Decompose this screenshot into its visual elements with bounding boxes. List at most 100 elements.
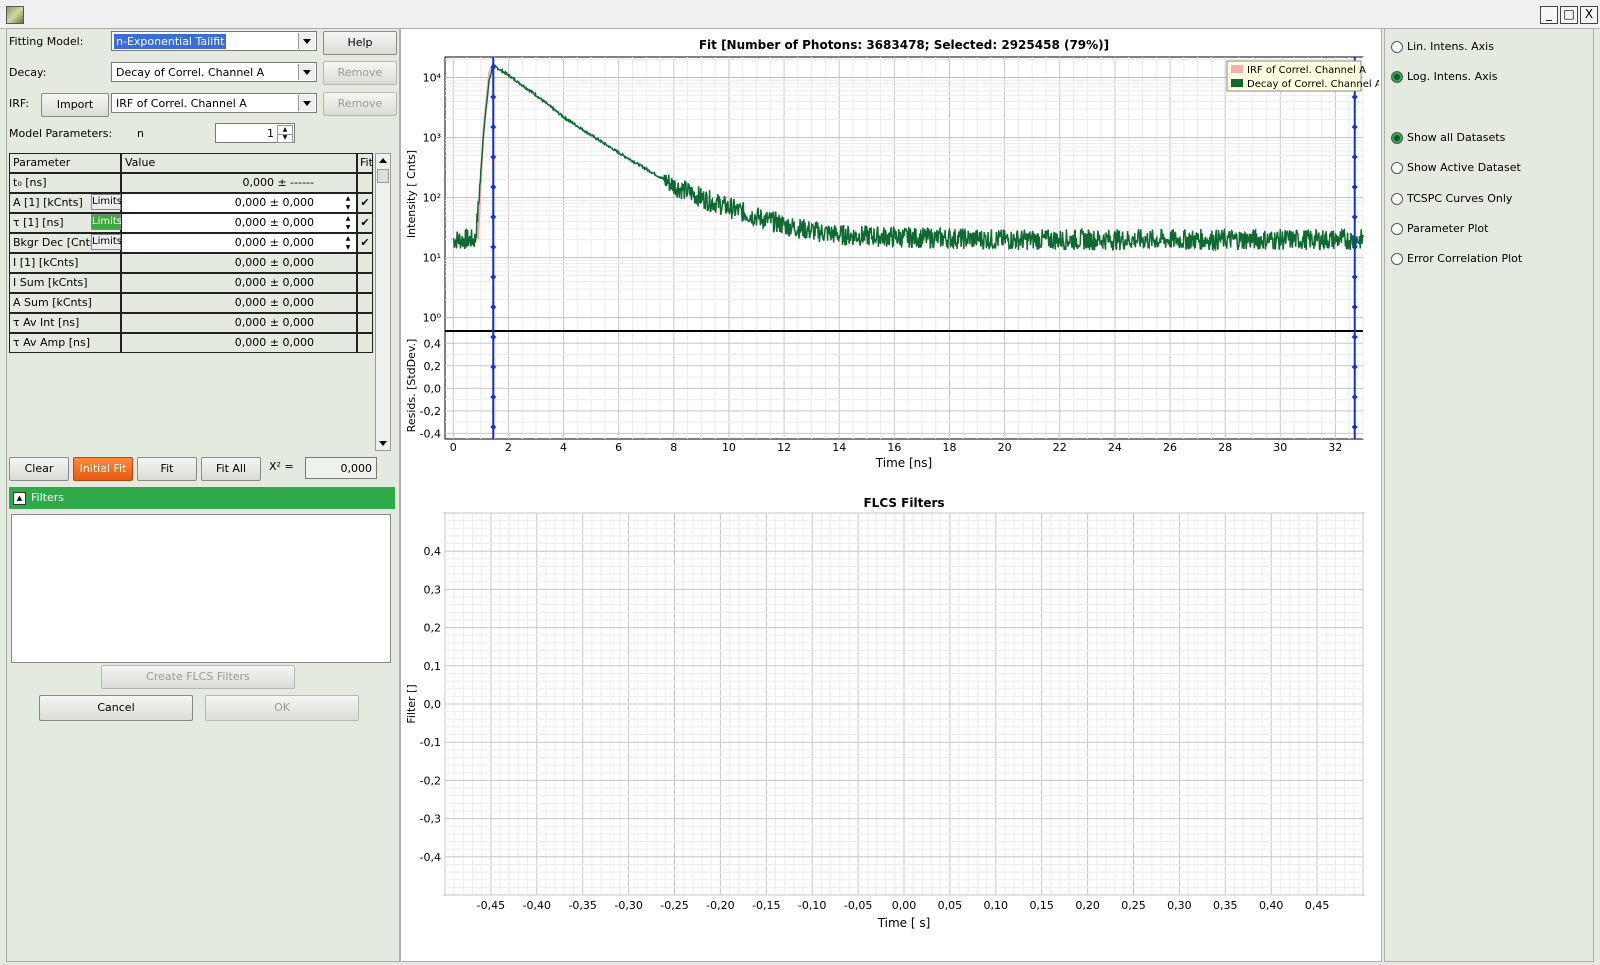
limits-button[interactable]: Limits [91,194,122,210]
close-button[interactable]: X [1580,6,1598,24]
radio-button[interactable] [1391,193,1403,205]
x-tick-label: 2 [505,441,512,454]
param-value[interactable]: 0,000 ± 0,000 [121,193,357,213]
radio-button[interactable] [1391,41,1403,53]
radio-button[interactable] [1391,71,1403,83]
chevron-down-icon[interactable] [298,95,315,111]
option-label: Lin. Intens. Axis [1407,40,1494,53]
fit-all-button[interactable]: Fit All [201,457,261,481]
limits-button[interactable]: Limits [91,234,122,250]
fit-checkbox [357,253,373,273]
cancel-button[interactable]: Cancel [39,695,193,721]
n-stepper[interactable]: 1 ▲ ▼ [215,123,295,143]
radio-button[interactable] [1391,132,1403,144]
radio-button[interactable] [1391,223,1403,235]
y-tick-label: 10² [423,192,441,205]
initial-fit-button[interactable]: Initial Fit [73,457,133,481]
resid-tick-label: 0,4 [424,337,442,350]
scroll-down-icon[interactable] [376,436,390,450]
scroll-up-icon[interactable] [376,154,390,168]
param-name: τ Av Int [ns] [9,313,121,333]
value-stepper-icon[interactable]: ▲ ▼ [341,194,355,212]
display-option[interactable]: Show Active Dataset [1385,160,1585,176]
filters-header[interactable]: ▲ Filters [9,487,395,509]
fit-checkbox [357,293,373,313]
col-fit: Fit [357,153,373,173]
x-tick-label: 6 [615,441,622,454]
radio-button[interactable] [1391,162,1403,174]
display-option[interactable]: Parameter Plot [1385,221,1585,237]
display-option[interactable]: Show all Datasets [1385,130,1585,146]
resid-tick-label: -0,2 [420,405,441,418]
scroll-thumb[interactable] [377,169,389,183]
display-option[interactable]: Error Correlation Plot [1385,251,1585,267]
y-tick-label: -0,1 [420,736,441,749]
decay-value: Decay of Correl. Channel A [116,66,265,79]
x-tick-label: 0,30 [1167,899,1192,912]
maximize-button[interactable]: □ [1560,6,1578,24]
clear-button[interactable]: Clear [9,457,69,481]
display-option[interactable]: Lin. Intens. Axis [1385,39,1585,55]
fitting-model-select[interactable]: n-Exponential Tailfit [111,31,317,51]
radio-button[interactable] [1391,253,1403,265]
fit-checkbox[interactable]: ✔ [357,193,373,213]
value-stepper-icon[interactable]: ▲ ▼ [341,214,355,232]
ok-button[interactable]: OK [205,695,359,721]
option-label: Parameter Plot [1407,222,1489,235]
decay-select[interactable]: Decay of Correl. Channel A [111,62,317,82]
legend-swatch [1231,65,1243,73]
filters-label: Filters [31,491,64,504]
irf-label: IRF: [9,97,30,110]
resid-tick-label: 0,0 [424,382,442,395]
chi2-value-field: 0,000 [305,457,377,479]
fit-checkbox[interactable]: ✔ [357,213,373,233]
display-option[interactable]: Log. Intens. Axis [1385,69,1585,85]
remove-irf-button[interactable]: Remove [323,92,397,116]
fit-checkbox [357,333,373,353]
fitting-model-value: n-Exponential Tailfit [114,34,227,49]
param-value: 0,000 ± ------ [121,173,357,193]
help-button[interactable]: Help [323,31,397,55]
irf-select[interactable]: IRF of Correl. Channel A [111,93,317,113]
y-tick-label: -0,4 [420,851,441,864]
x-tick-label: 14 [832,441,846,454]
chevron-down-icon[interactable] [298,33,315,49]
import-button[interactable]: Import [41,93,109,117]
chi2-value: 0,000 [340,462,373,475]
limits-button[interactable]: Limits [91,214,122,230]
n-label: n [137,127,144,140]
table-row: A [1] [kCnts] Limits 0,000 ± 0,000 ▲ ▼ ✔ [9,193,373,213]
x-tick-label: 0,35 [1213,899,1238,912]
y-tick-label: 10⁴ [423,72,442,85]
table-scrollbar[interactable] [375,153,391,451]
value-stepper-icon[interactable]: ▲ ▼ [341,234,355,252]
stepper-down-icon[interactable]: ▼ [277,134,293,143]
param-value[interactable]: 0,000 ± 0,000 [121,213,357,233]
param-name: t₀ [ns] [9,173,121,193]
param-value: 0,000 ± 0,000 [121,333,357,353]
x-tick-label: 30 [1273,441,1287,454]
x-tick-label: -0,45 [477,899,505,912]
param-value[interactable]: 0,000 ± 0,000 [121,233,357,253]
y-axis-label: Intensity [ Cnts] [405,150,418,238]
fit-checkbox[interactable]: ✔ [357,233,373,253]
x-tick-label: -0,05 [844,899,872,912]
col-value: Value [121,153,357,173]
x-tick-label: 0,05 [938,899,963,912]
y-tick-label: -0,3 [420,813,441,826]
remove-decay-button[interactable]: Remove [323,61,397,85]
model-parameters-label: Model Parameters: [9,127,113,140]
chevron-down-icon[interactable] [298,64,315,80]
filters-list[interactable] [11,514,391,663]
x-tick-label: -0,10 [798,899,826,912]
fit-button[interactable]: Fit [137,457,197,481]
x-tick-label: 26 [1163,441,1177,454]
table-row: t₀ [ns] 0,000 ± ------ [9,173,373,193]
display-option[interactable]: TCSPC Curves Only [1385,191,1585,207]
minimize-button[interactable]: _ [1540,6,1558,24]
fit-plot-title: Fit [Number of Photons: 3683478; Selecte… [699,38,1109,52]
irf-value: IRF of Correl. Channel A [116,97,247,110]
collapse-icon[interactable]: ▲ [13,492,26,505]
resid-tick-label: 0,2 [424,360,442,373]
create-flcs-filters-button[interactable]: Create FLCS Filters [101,665,295,689]
